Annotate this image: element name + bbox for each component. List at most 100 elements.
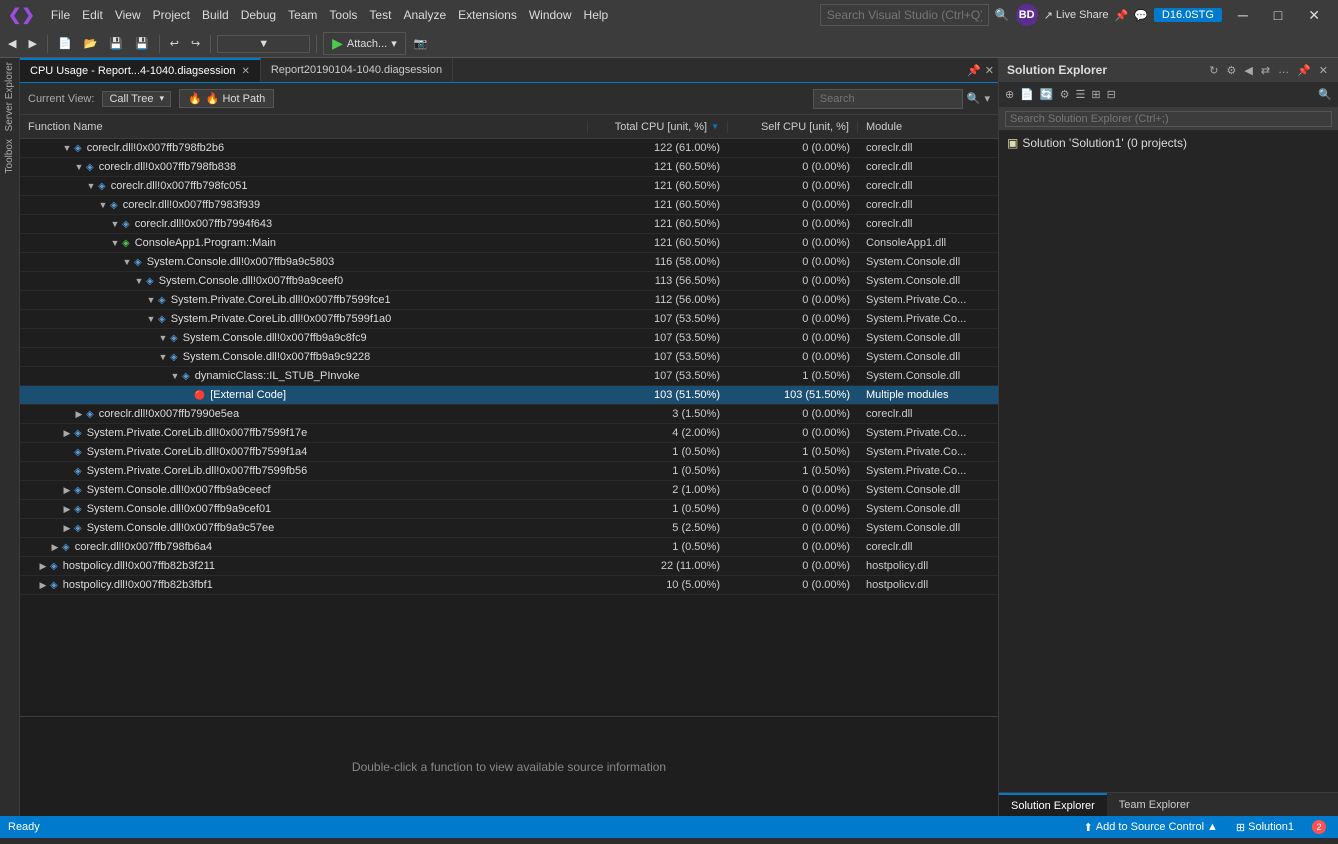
expand-collapse-arrow[interactable]: ▶ [62,504,72,515]
table-row[interactable]: ▼◈System.Private.CoreLib.dll!0x007ffb759… [20,291,998,310]
expand-collapse-arrow[interactable]: ▶ [62,428,72,439]
table-row[interactable]: ▼◈System.Console.dll!0x007ffb9a9c9228107… [20,348,998,367]
se-collapse-icon[interactable]: ◀ [1242,64,1254,77]
expand-collapse-arrow[interactable]: ▼ [62,143,72,153]
se-search-input[interactable] [1005,111,1332,127]
se-tab-team-explorer[interactable]: Team Explorer [1107,793,1202,816]
user-avatar[interactable]: BD [1016,4,1038,26]
table-row[interactable]: ▼◈coreclr.dll!0x007ffb7983f939121 (60.50… [20,196,998,215]
menu-tools[interactable]: Tools [323,0,363,30]
feedback-icon[interactable]: 💬 [1134,9,1148,22]
expand-collapse-arrow[interactable]: ▼ [158,352,168,362]
se-pin-icon[interactable]: 📌 [1295,64,1313,77]
se-toolbar-icon-7[interactable]: ⊟ [1105,88,1118,101]
search-icon[interactable]: 🔍 [995,8,1010,22]
table-row[interactable]: ▼◈System.Console.dll!0x007ffb9a9c5803116… [20,253,998,272]
expand-collapse-arrow[interactable]: ▶ [62,485,72,496]
menu-test[interactable]: Test [363,0,397,30]
table-row[interactable]: ▼◈System.Console.dll!0x007ffb9a9ceef0113… [20,272,998,291]
solution-status-button[interactable]: ⊞ Solution1 [1232,821,1298,834]
notification-button[interactable]: 2 [1308,820,1330,834]
expand-collapse-arrow[interactable]: ▼ [98,200,108,210]
source-control-button[interactable]: ⬆ Add to Source Control ▲ [1080,821,1222,834]
table-row[interactable]: ▼◈System.Private.CoreLib.dll!0x007ffb759… [20,310,998,329]
tab-close-cpu-usage[interactable]: ✕ [241,66,249,77]
table-row[interactable]: ▼◈dynamicClass::IL_STUB_PInvoke107 (53.5… [20,367,998,386]
col-header-module[interactable]: Module [858,121,998,133]
table-row[interactable]: ▶◈System.Console.dll!0x007ffb9a9c57ee5 (… [20,519,998,538]
redo-button[interactable]: ↪ [187,35,204,52]
se-refresh-icon[interactable]: ↻ [1207,64,1220,77]
table-filter-icon[interactable]: ▾ [984,92,990,105]
close-button[interactable]: ✕ [1298,0,1330,30]
solution-item[interactable]: ▣ Solution 'Solution1' (0 projects) [1003,134,1334,152]
panel-close-icon[interactable]: ✕ [985,64,994,77]
expand-collapse-arrow[interactable]: ▼ [74,162,84,172]
attach-button[interactable]: ▶ Attach... ▾ [323,32,406,55]
table-row[interactable]: ▶◈System.Console.dll!0x007ffb9a9cef011 (… [20,500,998,519]
forward-button[interactable]: ▶ [24,35,40,52]
branch-badge[interactable]: D16.0STG [1154,8,1222,22]
panel-pin-icon[interactable]: 📌 [967,64,981,77]
table-row[interactable]: ▼◈System.Console.dll!0x007ffb9a9c8fc9107… [20,329,998,348]
table-row[interactable]: ▼◈coreclr.dll!0x007ffb7994f643121 (60.50… [20,215,998,234]
undo-button[interactable]: ↩ [166,35,183,52]
liveshare-button[interactable]: ↗ Live Share [1044,9,1109,22]
se-filter-icon[interactable]: ⚙ [1225,64,1239,77]
tab-cpu-usage[interactable]: CPU Usage - Report...4-1040.diagsession … [20,58,261,82]
toolbar-toggle-icon[interactable]: 📌 [1115,9,1129,22]
expand-collapse-arrow[interactable]: ▼ [146,295,156,305]
se-toolbar-icon-6[interactable]: ⊞ [1089,88,1102,101]
menu-file[interactable]: File [45,0,76,30]
save-all-button[interactable]: 💾 [131,35,153,52]
expand-collapse-arrow[interactable]: ▼ [158,333,168,343]
menu-team[interactable]: Team [282,0,323,30]
expand-collapse-arrow[interactable]: ▶ [38,580,48,591]
table-row[interactable]: ▶◈System.Private.CoreLib.dll!0x007ffb759… [20,424,998,443]
menu-window[interactable]: Window [523,0,578,30]
hot-path-button[interactable]: 🔥 🔥 Hot Path [179,89,274,108]
menu-debug[interactable]: Debug [235,0,282,30]
sidebar-item-toolbox[interactable]: Toolbox [4,135,15,177]
view-selector-dropdown[interactable]: Call Tree ▾ [102,91,171,107]
expand-collapse-arrow[interactable]: ▼ [110,238,120,248]
se-more-icon[interactable]: … [1276,64,1291,76]
col-header-total-cpu[interactable]: Total CPU [unit, %] ▼ [588,121,728,133]
table-row[interactable]: ◈System.Private.CoreLib.dll!0x007ffb7599… [20,462,998,481]
menu-build[interactable]: Build [196,0,235,30]
menu-extensions[interactable]: Extensions [452,0,523,30]
se-toolbar-icon-5[interactable]: ☰ [1074,88,1088,101]
table-row[interactable]: ◈System.Private.CoreLib.dll!0x007ffb7599… [20,443,998,462]
table-row[interactable]: ▶◈System.Console.dll!0x007ffb9a9ceecf2 (… [20,481,998,500]
se-toolbar-icon-2[interactable]: 📄 [1018,88,1036,101]
expand-collapse-arrow[interactable]: ▶ [50,542,60,553]
table-row[interactable]: ▼◈coreclr.dll!0x007ffb798fb2b6122 (61.00… [20,139,998,158]
table-row[interactable]: ▼◈coreclr.dll!0x007ffb798fb838121 (60.50… [20,158,998,177]
menu-analyze[interactable]: Analyze [397,0,452,30]
expand-collapse-arrow[interactable]: ▼ [146,314,156,324]
menu-view[interactable]: View [109,0,147,30]
se-tab-solution-explorer[interactable]: Solution Explorer [999,793,1107,816]
minimize-button[interactable]: ─ [1228,0,1258,30]
menu-project[interactable]: Project [147,0,196,30]
table-row[interactable]: ▶◈hostpolicy.dll!0x007ffb82b3f21122 (11.… [20,557,998,576]
menu-help[interactable]: Help [578,0,615,30]
expand-collapse-arrow[interactable]: ▶ [38,561,48,572]
restore-button[interactable]: □ [1264,0,1292,30]
save-button[interactable]: 💾 [105,35,127,52]
expand-collapse-arrow[interactable]: ▼ [122,257,132,267]
table-row[interactable]: ▶◈coreclr.dll!0x007ffb798fb6a41 (0.50%)0… [20,538,998,557]
back-button[interactable]: ◀ [4,35,20,52]
col-header-function-name[interactable]: Function Name [20,121,588,133]
table-row[interactable]: ▶◈hostpolicy.dll!0x007ffb82b3fbf110 (5.0… [20,576,998,595]
camera-button[interactable]: 📷 [410,35,432,52]
expand-collapse-arrow[interactable]: ▶ [62,523,72,534]
se-toolbar-icon-1[interactable]: ⊕ [1003,88,1016,101]
expand-collapse-arrow[interactable]: ▼ [134,276,144,286]
search-input[interactable] [820,4,989,26]
tab-report[interactable]: Report20190104-1040.diagsession [261,58,453,82]
table-row[interactable]: ▶◈coreclr.dll!0x007ffb7990e5ea3 (1.50%)0… [20,405,998,424]
table-row[interactable]: ▼◈ConsoleApp1.Program::Main121 (60.50%)0… [20,234,998,253]
sidebar-item-server-explorer[interactable]: Server Explorer [4,58,15,135]
col-header-self-cpu[interactable]: Self CPU [unit, %] [728,121,858,133]
